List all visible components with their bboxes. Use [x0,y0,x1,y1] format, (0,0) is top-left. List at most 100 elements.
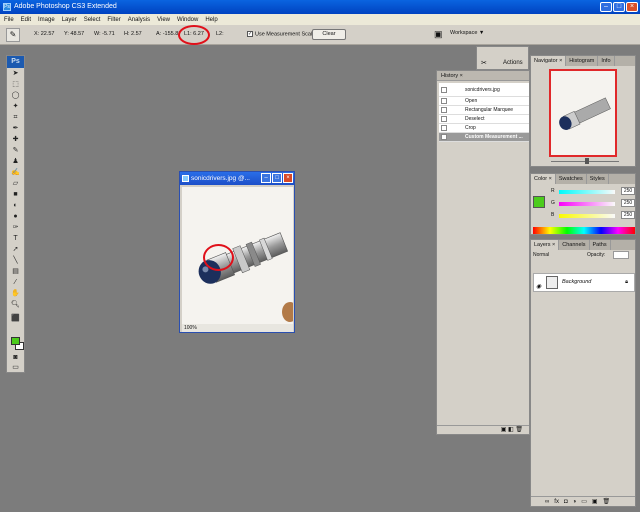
opacity-field[interactable] [613,251,629,259]
layer-style-icon[interactable]: fx [554,499,559,505]
tab-color[interactable]: Color × [531,174,556,184]
green-slider[interactable] [559,202,615,206]
zoom-level[interactable]: 100% [184,325,197,331]
menu-analysis[interactable]: Analysis [128,17,150,23]
menu-help[interactable]: Help [205,17,217,23]
history-item-label: Custom Measurement ... [465,134,523,140]
blend-mode-select[interactable]: Normal [533,252,577,260]
history-item-crop[interactable]: Crop [439,124,529,133]
foreground-color-swatch[interactable] [11,337,20,345]
tab-navigator[interactable]: Navigator × [531,56,567,66]
magic-wand-icon[interactable]: ✦ [8,102,23,112]
document-title-bar[interactable]: sonicdrivers.jpg @... – □ × [180,172,294,185]
type-tool-icon[interactable]: T [8,234,23,244]
maximize-icon[interactable]: □ [613,2,625,12]
menu-image[interactable]: Image [38,17,55,23]
gradient-tool-icon[interactable]: ■ [8,190,23,200]
pen-tool-icon[interactable]: ✑ [8,223,23,233]
tools-panel-icon[interactable]: ✂ [481,59,487,67]
healing-brush-icon[interactable]: ✚ [8,135,23,145]
move-tool-icon[interactable]: ➤ [8,69,23,79]
tab-histogram[interactable]: Histogram [566,56,599,66]
brush-tool-icon[interactable]: ✎ [8,146,23,156]
history-tab[interactable]: History × [437,71,529,81]
navigator-zoom-slider[interactable] [545,158,625,164]
use-scale-checkbox[interactable]: ✓ Use Measurement Scale [247,31,315,37]
y-readout: Y: 48.57 [64,31,85,37]
doc-minimize-icon[interactable]: – [261,173,271,183]
layer-mask-icon[interactable]: ◘ [564,499,568,505]
history-item-marquee[interactable]: Rectangular Marquee [439,106,529,115]
default-colors-icon[interactable]: ⬛ [8,314,23,324]
new-group-icon[interactable]: ▭ [581,498,587,505]
eraser-tool-icon[interactable]: ▱ [8,179,23,189]
screen-mode-icon[interactable]: ▭ [8,363,23,373]
minimize-icon[interactable]: – [600,2,612,12]
clear-button[interactable]: Clear [312,29,346,40]
document-status-bar: 100% [182,324,293,332]
path-select-icon[interactable]: ➚ [8,245,23,255]
actions-tab[interactable]: Actions [503,60,523,66]
h-readout: H: 2.57 [124,31,142,37]
tab-layers[interactable]: Layers × [531,240,560,250]
stamp-tool-icon[interactable]: ♟ [8,157,23,167]
marquee-tool-icon[interactable]: ⬚ [8,80,23,90]
tab-styles[interactable]: Styles [587,174,609,184]
blur-tool-icon[interactable]: ◐ [8,201,23,211]
menu-layer[interactable]: Layer [62,17,77,23]
workspace-menu[interactable]: Workspace ▼ [450,30,484,36]
close-icon[interactable]: × [626,2,638,12]
delete-state-icon[interactable]: 🗑︎ [515,427,523,433]
shape-tool-icon[interactable]: ╲ [8,256,23,266]
tab-channels[interactable]: Channels [559,240,590,250]
color-row-g: G 250 [551,199,635,208]
quick-mask-icon[interactable]: ◙ [8,353,23,363]
zoom-tool-icon[interactable]: 🔍︎ [8,300,23,310]
image-canvas[interactable] [182,187,293,324]
color-spectrum-bar[interactable] [533,227,635,234]
green-value-field[interactable]: 250 [621,199,635,207]
menu-view[interactable]: View [157,17,170,23]
adjustment-layer-icon[interactable]: ◑ [573,499,577,505]
new-snapshot-icon[interactable]: ◧ [508,427,514,433]
lasso-tool-icon[interactable]: ◯ [8,91,23,101]
navigator-thumbnail[interactable] [549,69,617,157]
measure-tool-icon[interactable]: ⁄ [8,278,23,288]
red-value-field[interactable]: 250 [621,187,635,195]
slider-thumb[interactable] [585,158,589,164]
history-item-measurement[interactable]: Custom Measurement ... [439,133,529,142]
new-layer-icon[interactable]: ▣ [592,498,598,505]
history-brush-icon[interactable]: ✍ [8,168,23,178]
menu-window[interactable]: Window [177,17,198,23]
doc-close-icon[interactable]: × [283,173,293,183]
red-slider[interactable] [559,190,615,194]
blue-value-field[interactable]: 250 [621,211,635,219]
hand-tool-icon[interactable]: ✋ [8,289,23,299]
menu-file[interactable]: File [4,17,14,23]
dodge-tool-icon[interactable]: ● [8,212,23,222]
crop-tool-icon[interactable]: ⌗ [8,113,23,123]
delete-layer-icon[interactable]: 🗑︎ [603,498,611,505]
tab-paths[interactable]: Paths [590,240,611,250]
bridge-icon[interactable]: ▣ [434,29,443,40]
visibility-eye-icon[interactable]: ◉ [536,279,541,296]
layers-footer: ∞ fx ◘ ◑ ▭ ▣ 🗑︎ [531,496,635,506]
notes-tool-icon[interactable]: ▤ [8,267,23,277]
doc-maximize-icon[interactable]: □ [272,173,282,183]
history-item-deselect[interactable]: Deselect [439,115,529,124]
layer-background[interactable]: ◉ Background 🔒︎ [533,273,635,292]
link-layers-icon[interactable]: ∞ [545,499,549,505]
color-tabs: Color × Swatches Styles [531,174,635,184]
color-foreground-chip[interactable] [533,196,545,208]
history-item-open[interactable]: Open [439,97,529,106]
eyedropper-tool-icon[interactable]: ✒ [8,124,23,134]
blue-slider[interactable] [559,214,615,218]
menu-select[interactable]: Select [84,17,101,23]
menu-edit[interactable]: Edit [21,17,31,23]
history-snapshot[interactable]: sonicdrivers.jpg [439,83,529,97]
ruler-tool-icon[interactable]: ✎ [6,27,20,42]
menu-filter[interactable]: Filter [107,17,120,23]
new-document-icon[interactable]: ▣ [501,427,507,433]
tab-swatches[interactable]: Swatches [556,174,587,184]
tab-info[interactable]: Info [598,56,615,66]
